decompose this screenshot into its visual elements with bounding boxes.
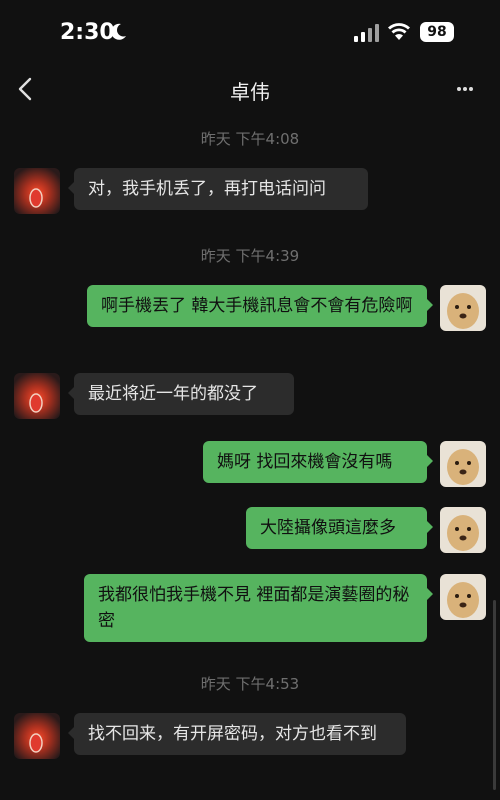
dog-avatar-image <box>440 285 486 331</box>
status-bar: 2:30 98 <box>0 0 500 66</box>
chat-title: 卓伟 <box>230 80 270 104</box>
sunset-avatar-image <box>14 373 60 419</box>
timestamp: 昨天 下午4:53 <box>200 675 300 693</box>
sunset-avatar-image <box>14 168 60 214</box>
message-bubble-outgoing[interactable]: 我都很怕我手機不見 裡面都是演藝圈的秘密 <box>84 574 433 642</box>
sunset-avatar-image <box>14 713 60 759</box>
message-bubble-incoming[interactable]: 找不回来，有开屏密码，对方也看不到 <box>68 713 406 755</box>
dog-avatar-image <box>440 441 486 487</box>
battery-indicator: 98 <box>420 22 454 42</box>
message-bubble-outgoing[interactable]: 啊手機丟了 韓大手機訊息會不會有危險啊 <box>87 285 433 327</box>
timestamp: 昨天 下午4:08 <box>200 130 300 148</box>
status-time: 2:30 <box>60 20 115 45</box>
message-bubble-incoming[interactable]: 对，我手机丢了，再打电话问问 <box>68 168 368 210</box>
cellular-signal-icon <box>354 24 379 42</box>
contact-avatar[interactable] <box>14 168 60 214</box>
wifi-icon <box>388 23 410 40</box>
self-avatar[interactable] <box>440 285 486 331</box>
contact-avatar[interactable] <box>14 713 60 759</box>
self-avatar[interactable] <box>440 574 486 620</box>
message-bubble-outgoing[interactable]: 媽呀 找回來機會沒有嗎 <box>203 441 433 483</box>
message-bubble-outgoing[interactable]: 大陸攝像頭這麼多 <box>246 507 433 549</box>
moon-icon <box>111 23 126 40</box>
more-dots-icon[interactable] <box>456 76 482 102</box>
dog-avatar-image <box>440 574 486 620</box>
timestamp: 昨天 下午4:39 <box>200 247 300 265</box>
dog-avatar-image <box>440 507 486 553</box>
contact-avatar[interactable] <box>14 373 60 419</box>
self-avatar[interactable] <box>440 507 486 553</box>
chat-header: 卓伟 <box>0 66 500 112</box>
scrollbar[interactable] <box>493 600 496 790</box>
self-avatar[interactable] <box>440 441 486 487</box>
message-bubble-incoming[interactable]: 最近将近一年的都没了 <box>68 373 294 415</box>
